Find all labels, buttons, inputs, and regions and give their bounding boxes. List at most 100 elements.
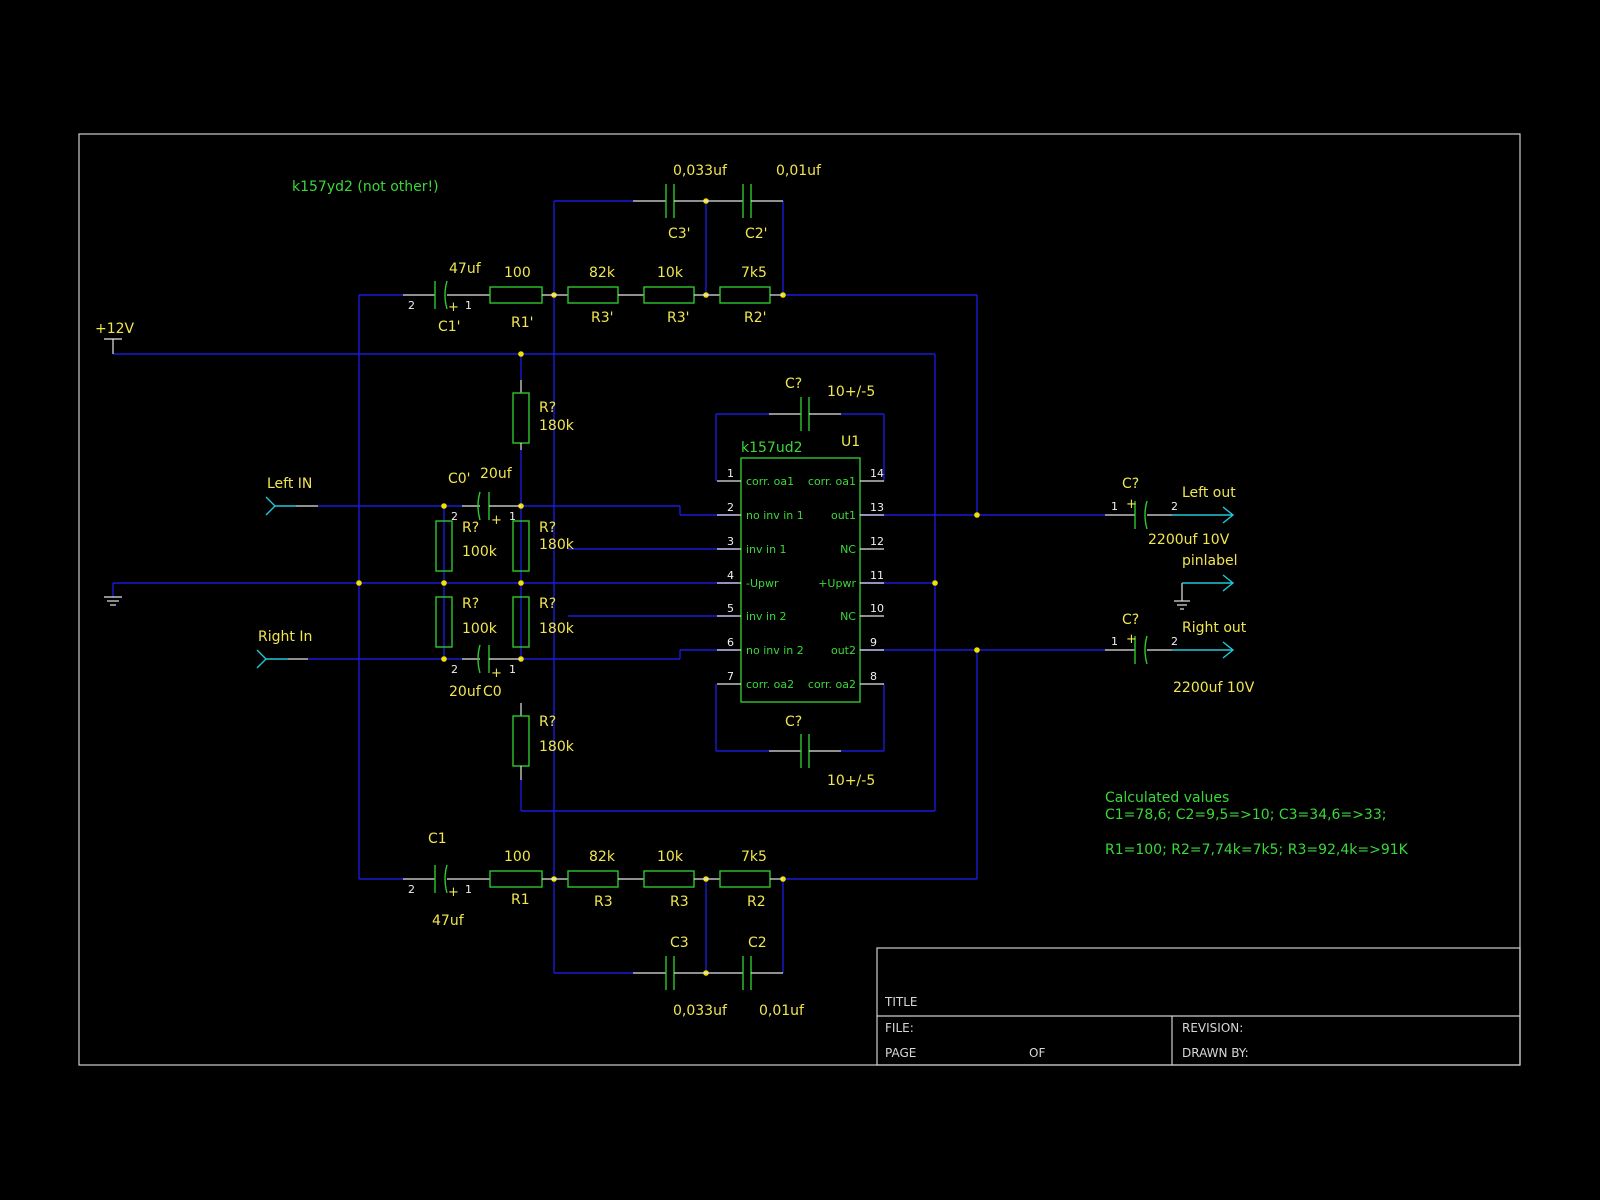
- svg-text:47uf: 47uf: [449, 261, 482, 277]
- svg-text:1: 1: [509, 510, 516, 523]
- capacitor-corr-top: C? 10+/-5: [769, 376, 875, 431]
- svg-text:C3: C3: [670, 935, 689, 951]
- ic-pin-name: no inv in 1: [746, 509, 804, 522]
- svg-text:180k: 180k: [539, 621, 575, 637]
- svg-text:2: 2: [408, 883, 415, 896]
- ic-pin-number: 5: [727, 602, 734, 615]
- ic-pin-name: out1: [831, 509, 856, 522]
- resistor-r2-top: 7k5 R2': [719, 265, 783, 326]
- capacitor-c3-bottom: C3 0,033uf: [633, 935, 728, 1019]
- ic-pin-name: NC: [840, 543, 856, 556]
- svg-text:0,01uf: 0,01uf: [759, 1003, 805, 1019]
- top-chain: + 2 1 47uf C1' 100 R1' 82k R3' 10k R3' 7…: [403, 163, 822, 335]
- svg-text:C?: C?: [1122, 612, 1139, 628]
- resistor-r3b-bottom: 10k R3: [643, 849, 720, 910]
- revision-field: REVISION:: [1182, 1021, 1243, 1035]
- svg-text:10k: 10k: [657, 849, 684, 865]
- ground-icon: [104, 596, 122, 606]
- svg-text:7k5: 7k5: [741, 849, 767, 865]
- svg-text:+: +: [491, 666, 502, 681]
- ic-pins: 1 corr. oa1 2 no inv in 1 3 inv in 1 4 -Upwr 5 in…: [717, 467, 884, 691]
- port-left-out: Left out: [1172, 485, 1236, 524]
- svg-text:R?: R?: [539, 596, 556, 612]
- ic-pin-number: 4: [727, 569, 734, 582]
- svg-text:1: 1: [465, 299, 472, 312]
- svg-text:10+/-5: 10+/-5: [827, 773, 875, 789]
- resistor-r2-bottom: 7k5 R2: [719, 849, 783, 910]
- page-field: PAGE: [885, 1046, 916, 1060]
- svg-text:0,033uf: 0,033uf: [673, 1003, 728, 1019]
- svg-text:0,033uf: 0,033uf: [673, 163, 728, 179]
- calculated-values-note: Calculated values C1=78,6; C2=9,5=>10; C…: [1105, 790, 1409, 858]
- svg-text:R3: R3: [594, 894, 613, 910]
- left-out-label: Left out: [1182, 485, 1236, 501]
- svg-text:R3': R3': [667, 310, 689, 326]
- ic-pin-number: 2: [727, 501, 734, 514]
- svg-text:R3': R3': [591, 310, 613, 326]
- capacitor-c1-top: + 2 1 47uf C1': [403, 261, 490, 335]
- svg-text:R2: R2: [747, 894, 766, 910]
- svg-text:20uf: 20uf: [449, 684, 482, 700]
- svg-text:180k: 180k: [539, 739, 575, 755]
- ic-pin-name: NC: [840, 610, 856, 623]
- ic-pin-name: corr. oa2: [808, 678, 856, 691]
- notes-line-2: R1=100; R2=7,74k=7k5; R3=92,4k=>91K: [1105, 842, 1409, 858]
- svg-text:C2: C2: [748, 935, 767, 951]
- ic-pin-name: inv in 2: [746, 610, 787, 623]
- of-field: OF: [1029, 1046, 1045, 1060]
- ic-u1: k157ud2 U1 1 corr. oa1 2 no inv in 1 3 inv in…: [717, 434, 884, 703]
- svg-text:C1: C1: [428, 831, 447, 847]
- svg-text:82k: 82k: [589, 265, 616, 281]
- svg-text:2: 2: [451, 510, 458, 523]
- svg-text:+: +: [491, 513, 502, 528]
- resistor-r3a-top: 82k R3': [567, 265, 644, 326]
- ic-pin-name: +Upwr: [818, 577, 856, 590]
- svg-text:7k5: 7k5: [741, 265, 767, 281]
- ic-pin-number: 11: [870, 569, 884, 582]
- svg-text:R3: R3: [670, 894, 689, 910]
- capacitor-input-bottom: + 2 1 20uf C0: [449, 644, 521, 700]
- ic-pin-name: corr. oa2: [746, 678, 794, 691]
- svg-text:C3': C3': [668, 226, 691, 242]
- svg-text:C1': C1': [438, 319, 461, 335]
- port-gnd-out: pinlabel: [1174, 553, 1238, 610]
- capacitor-c3-top: 0,033uf C3': [633, 163, 728, 242]
- svg-text:2: 2: [1171, 500, 1178, 513]
- svg-text:2: 2: [451, 663, 458, 676]
- file-field: FILE:: [885, 1021, 914, 1035]
- svg-text:82k: 82k: [589, 849, 616, 865]
- ic-pin-name: corr. oa1: [746, 475, 794, 488]
- ic-ref: U1: [841, 434, 860, 450]
- svg-text:C0: C0: [483, 684, 502, 700]
- capacitor-input-top: + 2 1 C0' 20uf: [448, 466, 521, 528]
- title-field: TITLE: [884, 995, 917, 1009]
- ic-pin-number: 7: [727, 670, 734, 683]
- drawing-frame: [78, 133, 1521, 1066]
- pinlabel-label: pinlabel: [1182, 553, 1238, 569]
- ic-pin-number: 1: [727, 467, 734, 480]
- resistor-r3a-bottom: 82k R3: [567, 849, 644, 910]
- svg-text:+: +: [1126, 632, 1137, 647]
- ic-pin-number: 12: [870, 535, 884, 548]
- svg-text:R1: R1: [511, 892, 530, 908]
- svg-text:1: 1: [465, 883, 472, 896]
- ic-pin-name: corr. oa1: [808, 475, 856, 488]
- ic-pin-name: inv in 1: [746, 543, 787, 556]
- ic-pin-number: 3: [727, 535, 734, 548]
- ic-pin-number: 14: [870, 467, 884, 480]
- svg-text:+: +: [448, 300, 459, 315]
- supply-12v-symbol: +12V: [95, 321, 135, 354]
- svg-text:1: 1: [1111, 635, 1118, 648]
- notes-heading: Calculated values: [1105, 790, 1229, 806]
- svg-text:C?: C?: [785, 376, 802, 392]
- notes-line-1: C1=78,6; C2=9,5=>10; C3=34,6=>33;: [1105, 807, 1386, 823]
- svg-text:1: 1: [1111, 500, 1118, 513]
- svg-text:+: +: [1126, 497, 1137, 512]
- drawn-by-field: DRAWN BY:: [1182, 1046, 1249, 1060]
- svg-text:180k: 180k: [539, 418, 575, 434]
- svg-text:100: 100: [504, 265, 531, 281]
- ic-pin-number: 13: [870, 501, 884, 514]
- resistor-r3b-top: 10k R3': [643, 265, 720, 326]
- ic-pin-number: 10: [870, 602, 884, 615]
- bottom-chain: + 2 1 C1 47uf 100 R1 82k R3 10k R3 7k5 R…: [403, 831, 805, 1019]
